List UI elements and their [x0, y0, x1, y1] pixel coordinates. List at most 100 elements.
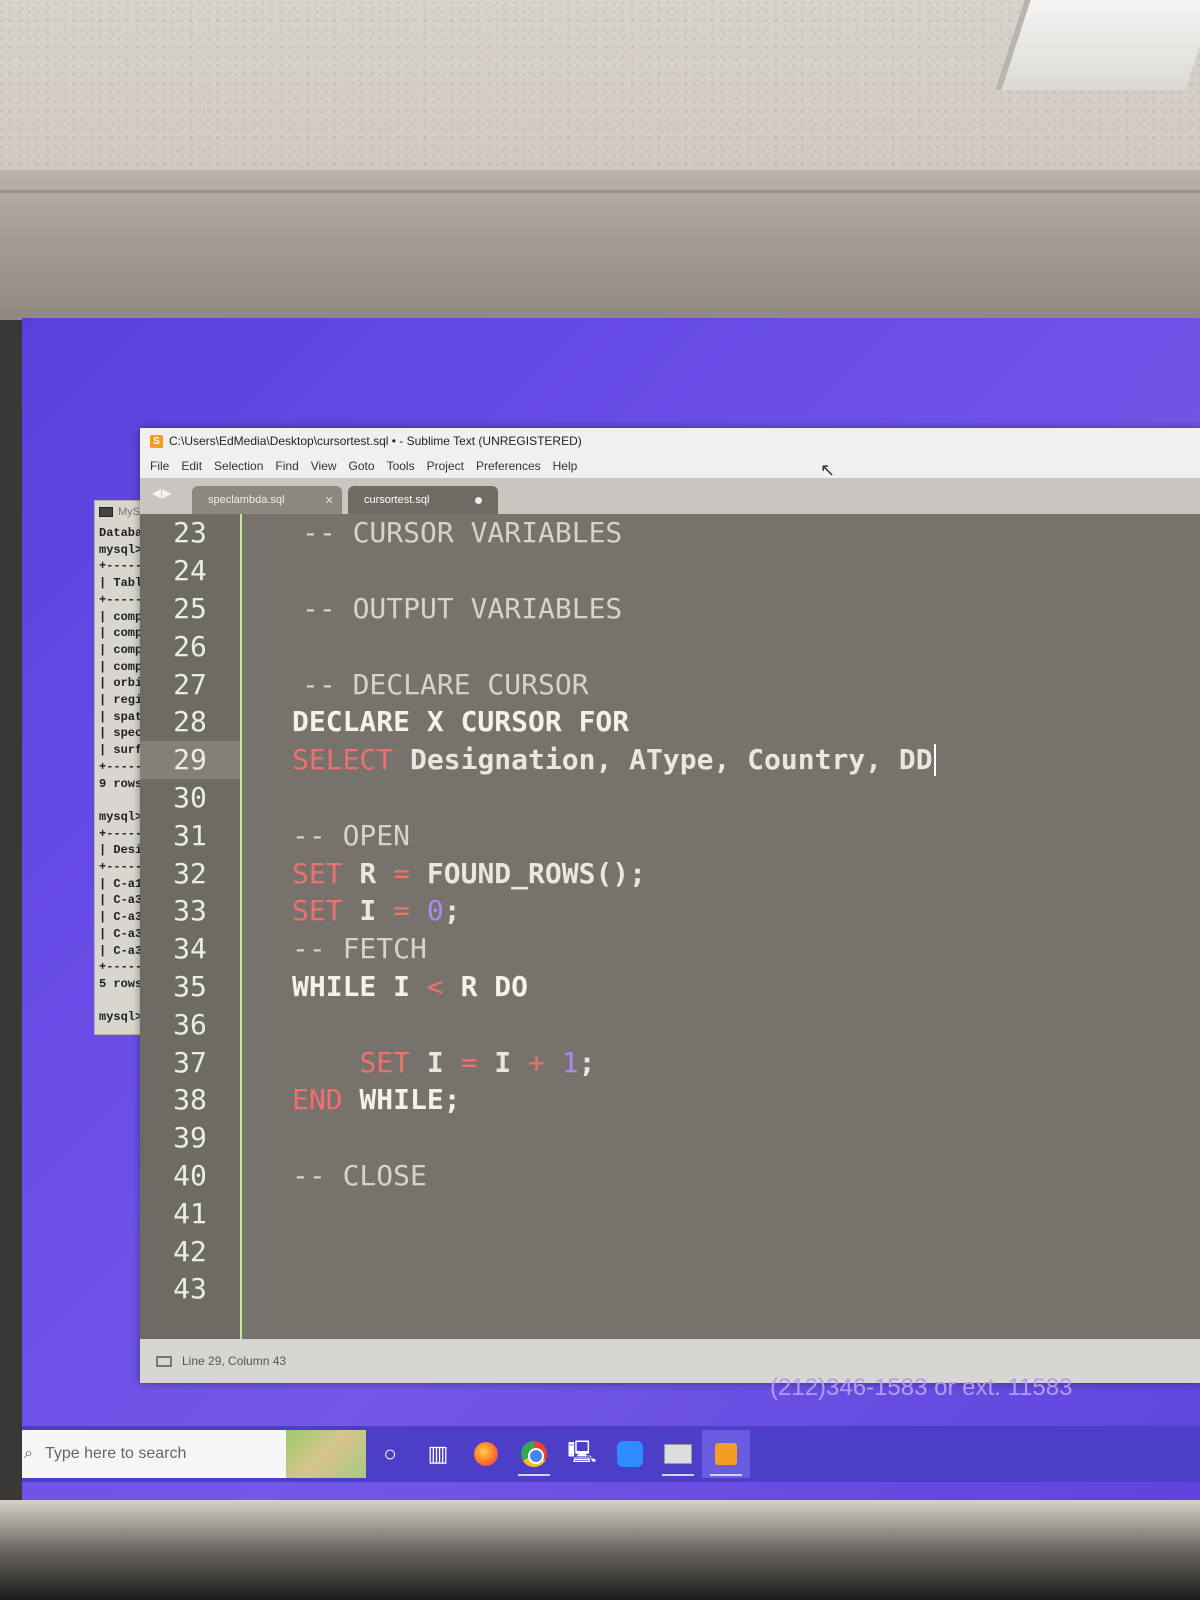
line-number: 37 [173, 1045, 207, 1079]
code-token: I [410, 1045, 461, 1079]
line-number: 36 [173, 1007, 207, 1041]
code-token: Designation, AType, Country, DD [393, 743, 933, 777]
code-line[interactable]: DECLARE X CURSOR FOR [292, 703, 1200, 741]
code-line[interactable] [292, 1232, 1200, 1270]
firefox-icon[interactable] [462, 1430, 510, 1478]
code-token: SELECT [292, 743, 394, 777]
line-number: 24 [173, 554, 207, 588]
menu-item-edit[interactable]: Edit [181, 459, 202, 473]
monitor-icon[interactable] [156, 1355, 172, 1367]
code-token: WHILE I [292, 969, 427, 1003]
code-token: SET [292, 894, 343, 928]
line-number: 31 [173, 818, 207, 852]
code-token: + [528, 1045, 545, 1079]
code-token: 0 [426, 894, 444, 928]
taskbar-search[interactable]: ⌕ Type here to search [22, 1430, 366, 1478]
menu-item-selection[interactable]: Selection [214, 459, 263, 473]
menu-item-file[interactable]: File [150, 459, 169, 473]
code-token: FOUND_ROWS(); [410, 856, 647, 890]
unsaved-dot-icon[interactable] [475, 496, 482, 504]
code-token: -- DECLARE CURSOR [302, 667, 589, 701]
code-token: -- CLOSE [292, 1158, 427, 1192]
code-token: I [342, 894, 394, 928]
code-line[interactable] [292, 1005, 1200, 1043]
zoom-icon[interactable] [606, 1430, 654, 1478]
tab-nav-arrows-icon[interactable]: ◀▶ [152, 486, 172, 500]
code-token: -- FETCH [292, 932, 427, 966]
taskbar: ⌕ Type here to search ○ ▥ 🖳 [22, 1426, 1200, 1482]
menu-item-preferences[interactable]: Preferences [476, 459, 541, 473]
task-view-icon[interactable]: ▥ [414, 1430, 462, 1478]
code-line[interactable]: -- OPEN [292, 816, 1200, 854]
code-token: R DO [443, 969, 529, 1003]
cursor-position: Line 29, Column 43 [182, 1354, 287, 1368]
text-caret [933, 743, 936, 776]
line-number: 41 [173, 1196, 207, 1230]
code-line[interactable] [292, 552, 1200, 590]
line-number: 34 [173, 932, 207, 966]
tab-cursortest[interactable]: cursortest.sql [348, 486, 498, 514]
sublime-app-icon: S [150, 434, 163, 448]
code-token: = [393, 894, 411, 928]
code-line[interactable]: SET I = I + 1; [292, 1043, 1200, 1081]
sublime-text-icon[interactable] [702, 1430, 750, 1478]
menu-item-project[interactable]: Project [427, 459, 464, 473]
console-icon [99, 507, 113, 517]
line-number: 28 [173, 705, 207, 739]
code-area[interactable]: -- CURSOR VARIABLES -- OUTPUT VARIABLES --… [242, 514, 1200, 1340]
code-token: -- CURSOR VARIABLES [302, 516, 623, 550]
menu-item-goto[interactable]: Goto [349, 459, 375, 473]
code-token: -- OPEN [292, 818, 411, 852]
chrome-icon[interactable] [510, 1430, 558, 1478]
menu-item-tools[interactable]: Tools [387, 459, 415, 473]
line-number: 30 [173, 780, 207, 814]
line-number: 26 [173, 629, 207, 663]
wall [0, 170, 1200, 320]
code-line[interactable] [292, 779, 1200, 817]
code-line[interactable]: -- CLOSE [292, 1157, 1200, 1195]
window-titlebar[interactable]: S C:\Users\EdMedia\Desktop\cursortest.sq… [140, 428, 1200, 454]
menu-item-view[interactable]: View [311, 459, 337, 473]
line-number: 32 [173, 856, 207, 890]
line-number: 25 [173, 591, 207, 625]
code-editor[interactable]: 23 24 25 26 27 28 29 30 31 32 33 34 35 36 37 38 39 40 41 42… [140, 514, 1200, 1340]
phone-overlay-text: (212)346-1583 or ext. 11583 [770, 1374, 1073, 1401]
code-token: ; [443, 894, 461, 928]
code-line[interactable]: -- FETCH [292, 930, 1200, 968]
line-number-gutter: 23 24 25 26 27 28 29 30 31 32 33 34 35 36 37 38 39 40 41 42… [140, 514, 242, 1340]
tab-speclambda[interactable]: speclambda.sql ✕ [192, 486, 342, 514]
code-line[interactable]: END WHILE; [292, 1081, 1200, 1119]
menu-item-find[interactable]: Find [275, 459, 298, 473]
code-line[interactable] [292, 1119, 1200, 1157]
code-line[interactable]: WHILE I < R DO [292, 968, 1200, 1006]
code-line[interactable] [292, 627, 1200, 665]
sublime-text-window[interactable]: S C:\Users\EdMedia\Desktop\cursortest.sq… [140, 428, 1200, 1383]
code-token: DECLARE X CURSOR FOR [292, 705, 630, 739]
code-line[interactable]: SET I = 0; [292, 892, 1200, 930]
line-number: 43 [173, 1272, 207, 1306]
code-token: < [426, 969, 444, 1003]
projected-desktop: MySQL 8.0 Database chmysql> show+-------… [22, 318, 1200, 1503]
cortana-icon[interactable]: ○ [366, 1430, 414, 1478]
code-line[interactable]: -- DECLARE CURSOR [292, 665, 1200, 703]
code-line[interactable]: SET R = FOUND_ROWS(); [292, 854, 1200, 892]
code-token: SET [359, 1045, 411, 1079]
code-line[interactable] [292, 1194, 1200, 1232]
code-token: = [393, 856, 411, 890]
file-explorer-icon[interactable]: 🖳 [558, 1430, 606, 1478]
code-token: = [460, 1045, 478, 1079]
code-line[interactable]: SELECT Designation, AType, Country, DD [292, 741, 1200, 779]
code-token: 1 [561, 1045, 579, 1079]
tab-close-icon[interactable]: ✕ [324, 494, 333, 507]
line-number: 23 [173, 516, 207, 550]
search-placeholder: Type here to search [44, 1445, 187, 1462]
code-line[interactable]: -- OUTPUT VARIABLES [292, 590, 1200, 628]
line-number: 38 [173, 1083, 207, 1117]
line-number: 27 [173, 667, 207, 701]
search-highlight-art [286, 1430, 366, 1478]
menu-item-help[interactable]: Help [553, 459, 578, 473]
mysql-icon[interactable] [654, 1430, 702, 1478]
code-line[interactable]: -- CURSOR VARIABLES [292, 514, 1200, 552]
code-line[interactable] [292, 1270, 1200, 1308]
